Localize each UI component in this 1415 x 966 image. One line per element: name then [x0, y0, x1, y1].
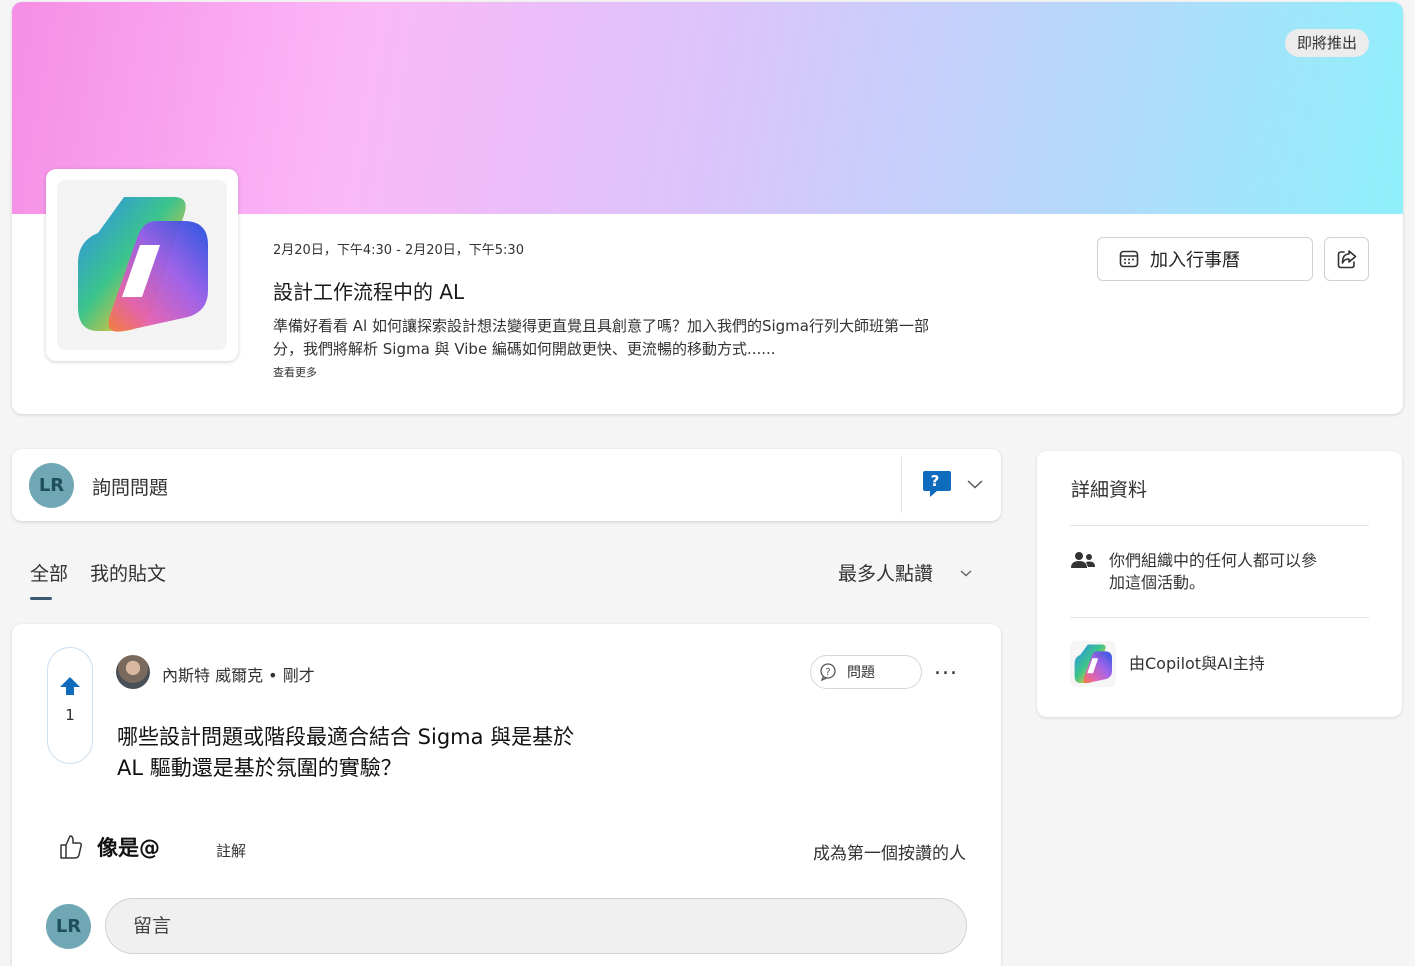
arrow-up-icon [60, 677, 80, 695]
upvote-count: 1 [65, 706, 75, 724]
calendar-icon [1118, 248, 1140, 270]
add-to-calendar-label: 加入行事曆 [1150, 250, 1240, 271]
question-chat-icon: ? [923, 471, 951, 497]
post-title: 哪些設計問題或階段最適合結合 Sigma 與是基於 AL 驅動還是基於氛圍的實驗… [117, 725, 575, 780]
question-icon: ? [820, 663, 836, 682]
svg-text:?: ? [931, 472, 940, 490]
sort-label: 最多人點讚 [838, 563, 934, 585]
post-card: 1 內斯特 威爾克 • 剛才 ? 問題 ... 哪些設計問題或階段最適合結合 S… [12, 624, 1001, 966]
audience-text: 你們組織中的任何人都可以參加這個活動。 [1109, 551, 1318, 592]
host-row: 由Copilot與AI主持 [1070, 641, 1265, 687]
ask-question-label: 詢問問題 [92, 477, 169, 499]
question-type-badge: ? 問題 [810, 655, 922, 689]
sort-dropdown[interactable]: 最多人點讚 [838, 559, 973, 586]
add-to-calendar-button[interactable]: 加入行事曆 [1097, 237, 1313, 281]
divider [901, 457, 902, 513]
divider [1070, 525, 1369, 526]
avatar: LR [29, 463, 74, 508]
see-more-link[interactable]: 查看更多 [273, 364, 317, 380]
chevron-down-icon [959, 568, 973, 578]
more-options-button[interactable]: ... [934, 657, 958, 679]
audience-row: 你們組織中的任何人都可以參加這個活動。 [1070, 550, 1319, 594]
details-title: 詳細資料 [1071, 479, 1148, 501]
thumbs-up-icon [60, 835, 82, 859]
my-avatar: LR [46, 904, 91, 949]
event-logo [46, 169, 238, 361]
question-type-label: 問題 [847, 665, 875, 681]
tab-all[interactable]: 全部 [30, 559, 68, 586]
author-avatar[interactable] [116, 655, 150, 689]
chevron-down-icon [967, 480, 983, 489]
share-button[interactable] [1324, 237, 1369, 281]
event-description: 準備好看看 Al 如何讓探索設計想法變得更直覺且具創意了嗎？加入我們的Sigma… [273, 317, 929, 358]
like-button[interactable]: 像是@ [59, 832, 160, 862]
like-label: 像是@ [97, 836, 160, 860]
details-card: 詳細資料 你們組織中的任何人都可以參加這個活動。 由Copilot與AI主持 [1037, 451, 1402, 717]
svg-text:?: ? [825, 667, 830, 678]
comment-button[interactable]: 註解 [216, 840, 246, 861]
event-card: 即將推出 2月20日，下午4:30 - 2月20日，下午5:30 設計工作流程中… [12, 2, 1403, 414]
comment-input[interactable] [105, 898, 967, 954]
ask-question-bar[interactable]: LR 詢問問題 ? [12, 449, 1001, 521]
upvote-button[interactable]: 1 [47, 647, 93, 764]
tab-underline [30, 597, 52, 600]
first-like-text: 成為第一個按讚的人 [813, 844, 966, 864]
host-text: 由Copilot與AI主持 [1129, 654, 1265, 673]
copilot-logo-icon [78, 197, 208, 332]
event-time: 2月20日，下午4:30 - 2月20日，下午5:30 [273, 243, 524, 258]
event-title: 設計工作流程中的 AL [273, 280, 465, 304]
status-badge: 即將推出 [1284, 29, 1369, 57]
people-icon [1071, 552, 1095, 568]
post-type-dropdown[interactable]: ? [922, 469, 984, 499]
divider [1070, 617, 1369, 618]
author-name[interactable]: 內斯特 威爾克 • 剛才 [162, 662, 315, 686]
tab-my-posts[interactable]: 我的貼文 [90, 559, 166, 586]
copilot-logo-icon [1070, 641, 1116, 687]
share-icon [1337, 250, 1356, 269]
